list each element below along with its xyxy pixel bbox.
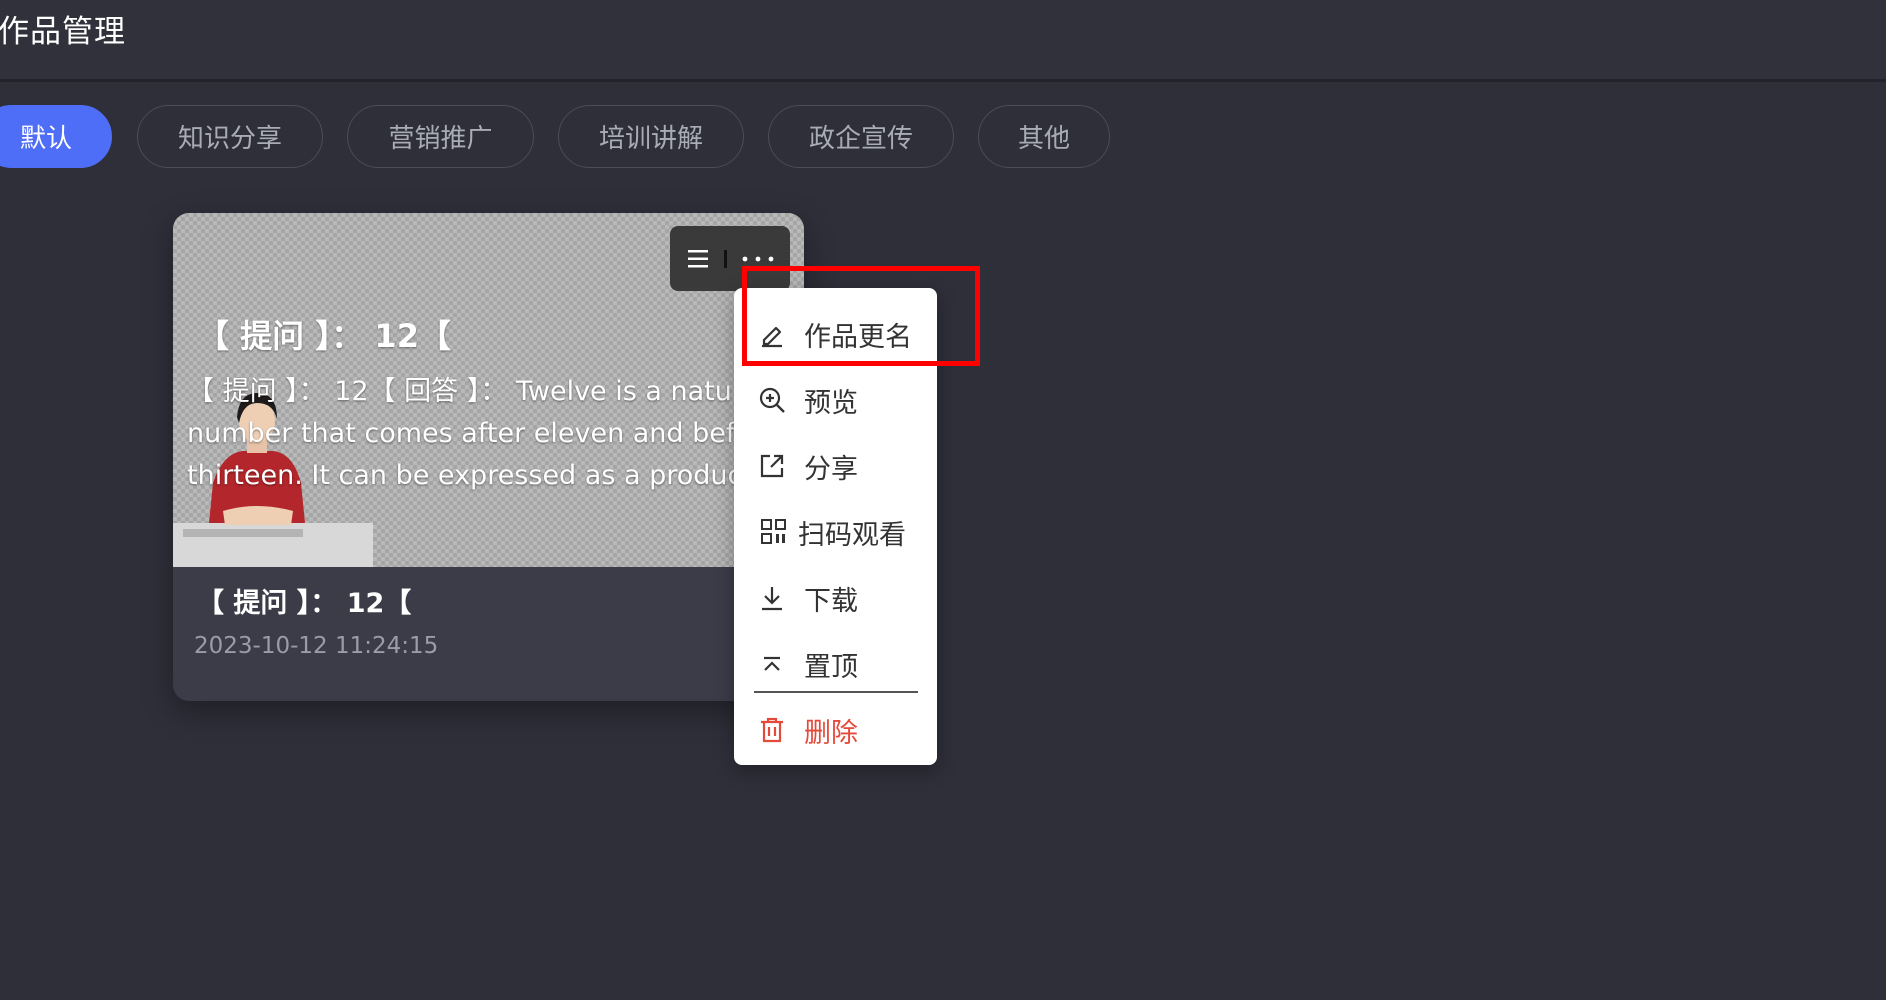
caption-line: 【 提问 】： 12【 回答 】： Twelve is a natu [187,376,732,407]
ellipsis-icon [742,256,774,261]
tab-marketing[interactable]: 营销推广 [347,105,534,168]
tab-knowledge-share[interactable]: 知识分享 [137,105,323,168]
list-icon [688,249,708,267]
menu-item-label: 置顶 [804,651,858,683]
thumbnail-title: 【 提问 】： 12【 [197,317,451,355]
tab-gov-enterprise[interactable]: 政企宣传 [768,105,954,168]
menu-item-label: 删除 [804,717,858,749]
menu-item-download[interactable]: 下载 [734,569,937,627]
work-name: 【 提问 】： 12【 [197,588,412,619]
menu-item-label: 扫码观看 [798,519,906,551]
tab-default[interactable]: 默认 [0,105,112,168]
menu-item-label: 预览 [804,387,858,419]
menu-item-pin-top[interactable]: 置顶 [734,635,937,693]
work-date: 2023-10-12 11:24:15 [194,633,439,659]
highlight-annotation-box [742,266,980,366]
pin-top-icon [764,656,780,671]
menu-item-scan-watch[interactable]: 扫码观看 [734,503,937,561]
menu-item-label: 分享 [804,453,858,485]
menu-divider [754,691,918,693]
download-icon [762,587,782,611]
menu-item-label: 下载 [804,585,858,617]
tab-other[interactable]: 其他 [978,105,1110,168]
caption-line: thirteen. It can be expressed as a produ… [187,460,753,491]
cursor-icon [724,249,727,268]
share-icon [760,454,784,478]
qrcode-icon [761,519,786,544]
card-thumbnail[interactable]: 【 提问 】： 12【 【 提问 】： 12【 回答 】： Twelve is … [173,213,804,567]
page-title: 作品管理 [0,14,126,50]
thumbnail-caption: 【 提问 】： 12【 回答 】： Twelve is a natu numbe… [187,371,787,497]
menu-item-delete[interactable]: 删除 [734,701,937,759]
trash-icon [761,717,783,743]
work-card[interactable]: 【 提问 】： 12【 【 提问 】： 12【 回答 】： Twelve is … [173,213,804,701]
caption-line: number that comes after eleven and befo [187,418,752,449]
menu-item-share[interactable]: 分享 [734,437,937,495]
menu-item-preview[interactable]: 预览 [734,371,937,429]
top-bar: 作品管理 [0,0,1886,82]
tab-training[interactable]: 培训讲解 [558,105,744,168]
zoom-in-icon [759,387,785,413]
